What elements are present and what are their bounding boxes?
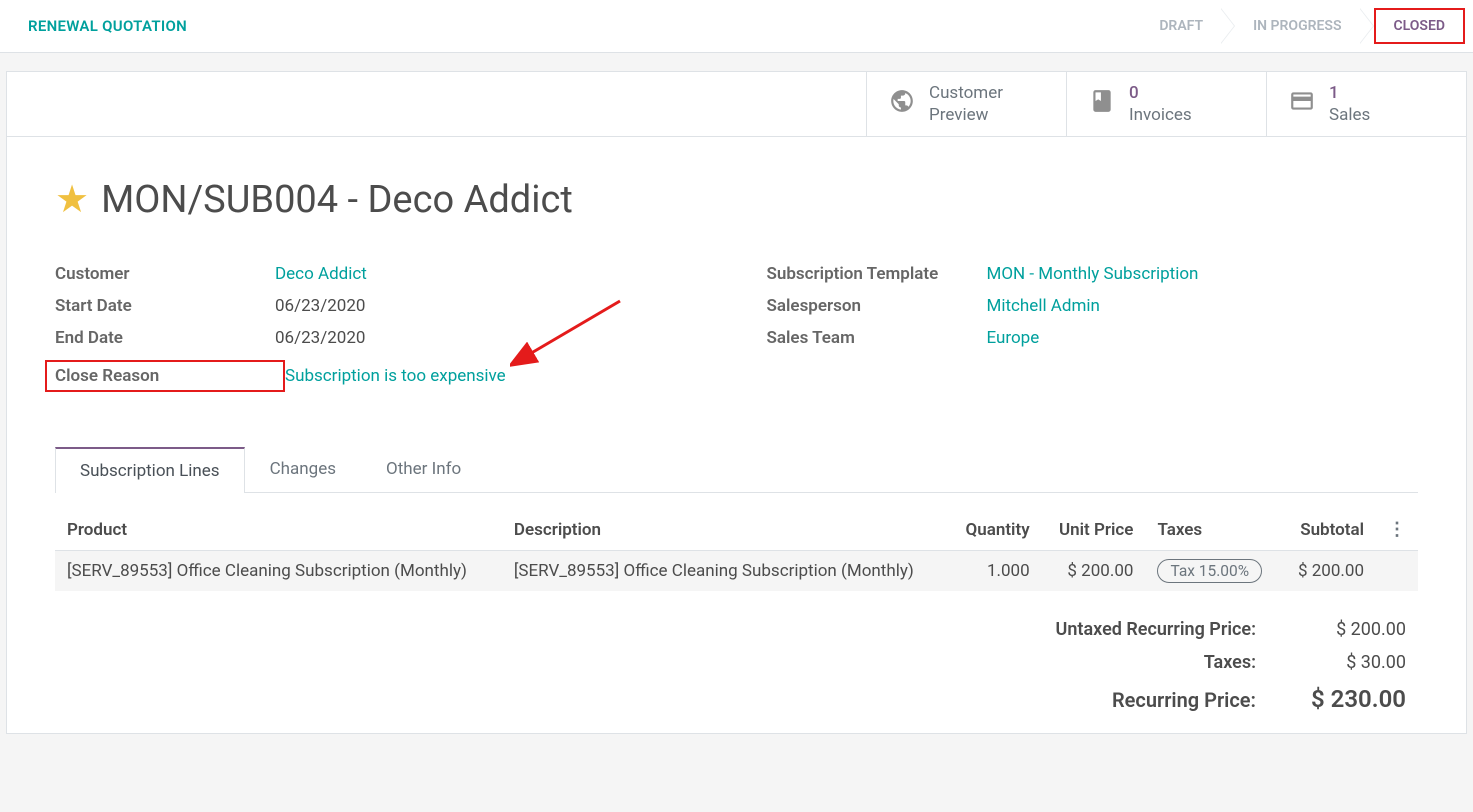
sales-team-label: Sales Team bbox=[767, 328, 987, 348]
tab-changes[interactable]: Changes bbox=[245, 446, 361, 492]
tabs: Subscription Lines Changes Other Info bbox=[55, 446, 1418, 493]
cell-subtotal: $ 200.00 bbox=[1281, 551, 1376, 592]
status-arrow-icon bbox=[1221, 8, 1235, 44]
status-bar: DRAFT IN PROGRESS CLOSED bbox=[1141, 8, 1465, 44]
end-date-value: 06/23/2020 bbox=[275, 328, 365, 348]
card-icon bbox=[1289, 88, 1315, 120]
taxes-label: Taxes: bbox=[1204, 652, 1256, 673]
cell-product: [SERV_89553] Office Cleaning Subscriptio… bbox=[55, 551, 502, 592]
sales-label: Sales bbox=[1329, 104, 1370, 126]
status-in-progress[interactable]: IN PROGRESS bbox=[1235, 8, 1359, 44]
preview-label2: Preview bbox=[929, 104, 1003, 126]
col-quantity[interactable]: Quantity bbox=[949, 509, 1042, 551]
start-date-value: 06/23/2020 bbox=[275, 296, 365, 316]
recurring-value: $ 230.00 bbox=[1306, 685, 1406, 713]
record-title: MON/SUB004 - Deco Addict bbox=[101, 178, 573, 222]
globe-icon bbox=[889, 88, 915, 120]
table-row[interactable]: [SERV_89553] Office Cleaning Subscriptio… bbox=[55, 551, 1418, 592]
untaxed-label: Untaxed Recurring Price: bbox=[1056, 619, 1256, 640]
recurring-label: Recurring Price: bbox=[1112, 688, 1256, 712]
end-date-label: End Date bbox=[55, 328, 275, 348]
close-reason-value[interactable]: Subscription is too expensive bbox=[285, 366, 506, 386]
fields-right-col: Subscription Template MON - Monthly Subs… bbox=[767, 258, 1419, 398]
tax-pill: Tax 15.00% bbox=[1157, 559, 1262, 583]
stat-buttons-row: Customer Preview 0 Invoices 1 Sales bbox=[7, 72, 1466, 137]
untaxed-value: $ 200.00 bbox=[1306, 619, 1406, 640]
star-icon[interactable]: ★ bbox=[55, 177, 89, 222]
col-product[interactable]: Product bbox=[55, 509, 502, 551]
close-reason-label: Close Reason bbox=[45, 360, 285, 392]
tab-other-info[interactable]: Other Info bbox=[361, 446, 486, 492]
fields-row: Customer Deco Addict Start Date 06/23/20… bbox=[55, 258, 1418, 398]
preview-label1: Customer bbox=[929, 82, 1003, 104]
invoices-label: Invoices bbox=[1129, 104, 1192, 126]
taxes-value: $ 30.00 bbox=[1306, 652, 1406, 673]
tab-subscription-lines[interactable]: Subscription Lines bbox=[55, 447, 245, 493]
totals: Untaxed Recurring Price: $ 200.00 Taxes:… bbox=[55, 619, 1418, 713]
title-row: ★ MON/SUB004 - Deco Addict bbox=[55, 177, 1418, 222]
cell-taxes: Tax 15.00% bbox=[1145, 551, 1281, 592]
invoices-count: 0 bbox=[1129, 82, 1192, 104]
template-label: Subscription Template bbox=[767, 264, 987, 284]
col-unit-price[interactable]: Unit Price bbox=[1042, 509, 1146, 551]
salesperson-label: Salesperson bbox=[767, 296, 987, 316]
book-icon bbox=[1089, 88, 1115, 120]
status-closed[interactable]: CLOSED bbox=[1374, 8, 1466, 44]
customer-label: Customer bbox=[55, 264, 275, 284]
cell-description: [SERV_89553] Office Cleaning Subscriptio… bbox=[502, 551, 949, 592]
cell-unit-price: $ 200.00 bbox=[1042, 551, 1146, 592]
kebab-menu-icon[interactable]: ⋮ bbox=[1388, 519, 1406, 540]
customer-preview-button[interactable]: Customer Preview bbox=[866, 72, 1066, 136]
sales-count: 1 bbox=[1329, 82, 1370, 104]
renewal-quotation-button[interactable]: RENEWAL QUOTATION bbox=[28, 17, 187, 35]
lines-table: Product Description Quantity Unit Price … bbox=[55, 509, 1418, 591]
col-subtotal[interactable]: Subtotal bbox=[1281, 509, 1376, 551]
start-date-label: Start Date bbox=[55, 296, 275, 316]
status-draft[interactable]: DRAFT bbox=[1141, 8, 1221, 44]
form-body: ★ MON/SUB004 - Deco Addict Customer Deco… bbox=[7, 137, 1466, 733]
col-description[interactable]: Description bbox=[502, 509, 949, 551]
cell-quantity: 1.000 bbox=[949, 551, 1042, 592]
invoices-button[interactable]: 0 Invoices bbox=[1066, 72, 1266, 136]
template-value[interactable]: MON - Monthly Subscription bbox=[987, 264, 1199, 284]
col-taxes[interactable]: Taxes bbox=[1145, 509, 1281, 551]
status-arrow-icon bbox=[1360, 8, 1374, 44]
form-container: Customer Preview 0 Invoices 1 Sales bbox=[6, 71, 1467, 734]
top-bar: RENEWAL QUOTATION DRAFT IN PROGRESS CLOS… bbox=[0, 0, 1473, 53]
sales-team-value[interactable]: Europe bbox=[987, 328, 1040, 348]
salesperson-value[interactable]: Mitchell Admin bbox=[987, 296, 1100, 316]
sales-button[interactable]: 1 Sales bbox=[1266, 72, 1466, 136]
customer-value[interactable]: Deco Addict bbox=[275, 264, 367, 284]
fields-left-col: Customer Deco Addict Start Date 06/23/20… bbox=[55, 258, 707, 398]
